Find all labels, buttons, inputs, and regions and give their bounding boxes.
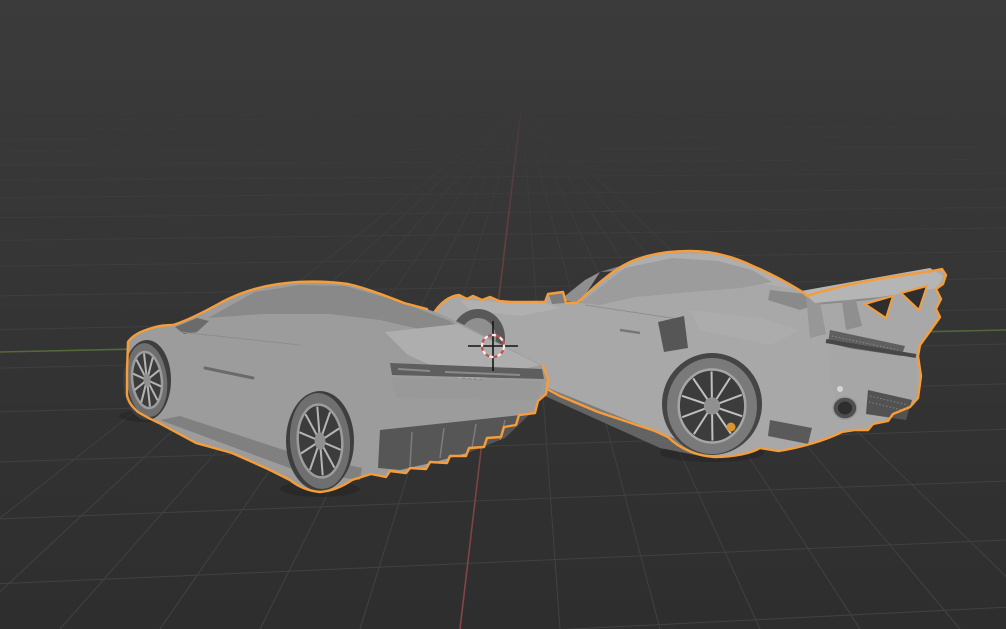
viewport-3d[interactable] bbox=[0, 0, 1006, 629]
viewport-canvas[interactable] bbox=[0, 0, 1006, 629]
car-right-rear-wheel bbox=[667, 358, 757, 454]
car-right-brake-caliper bbox=[726, 422, 736, 432]
